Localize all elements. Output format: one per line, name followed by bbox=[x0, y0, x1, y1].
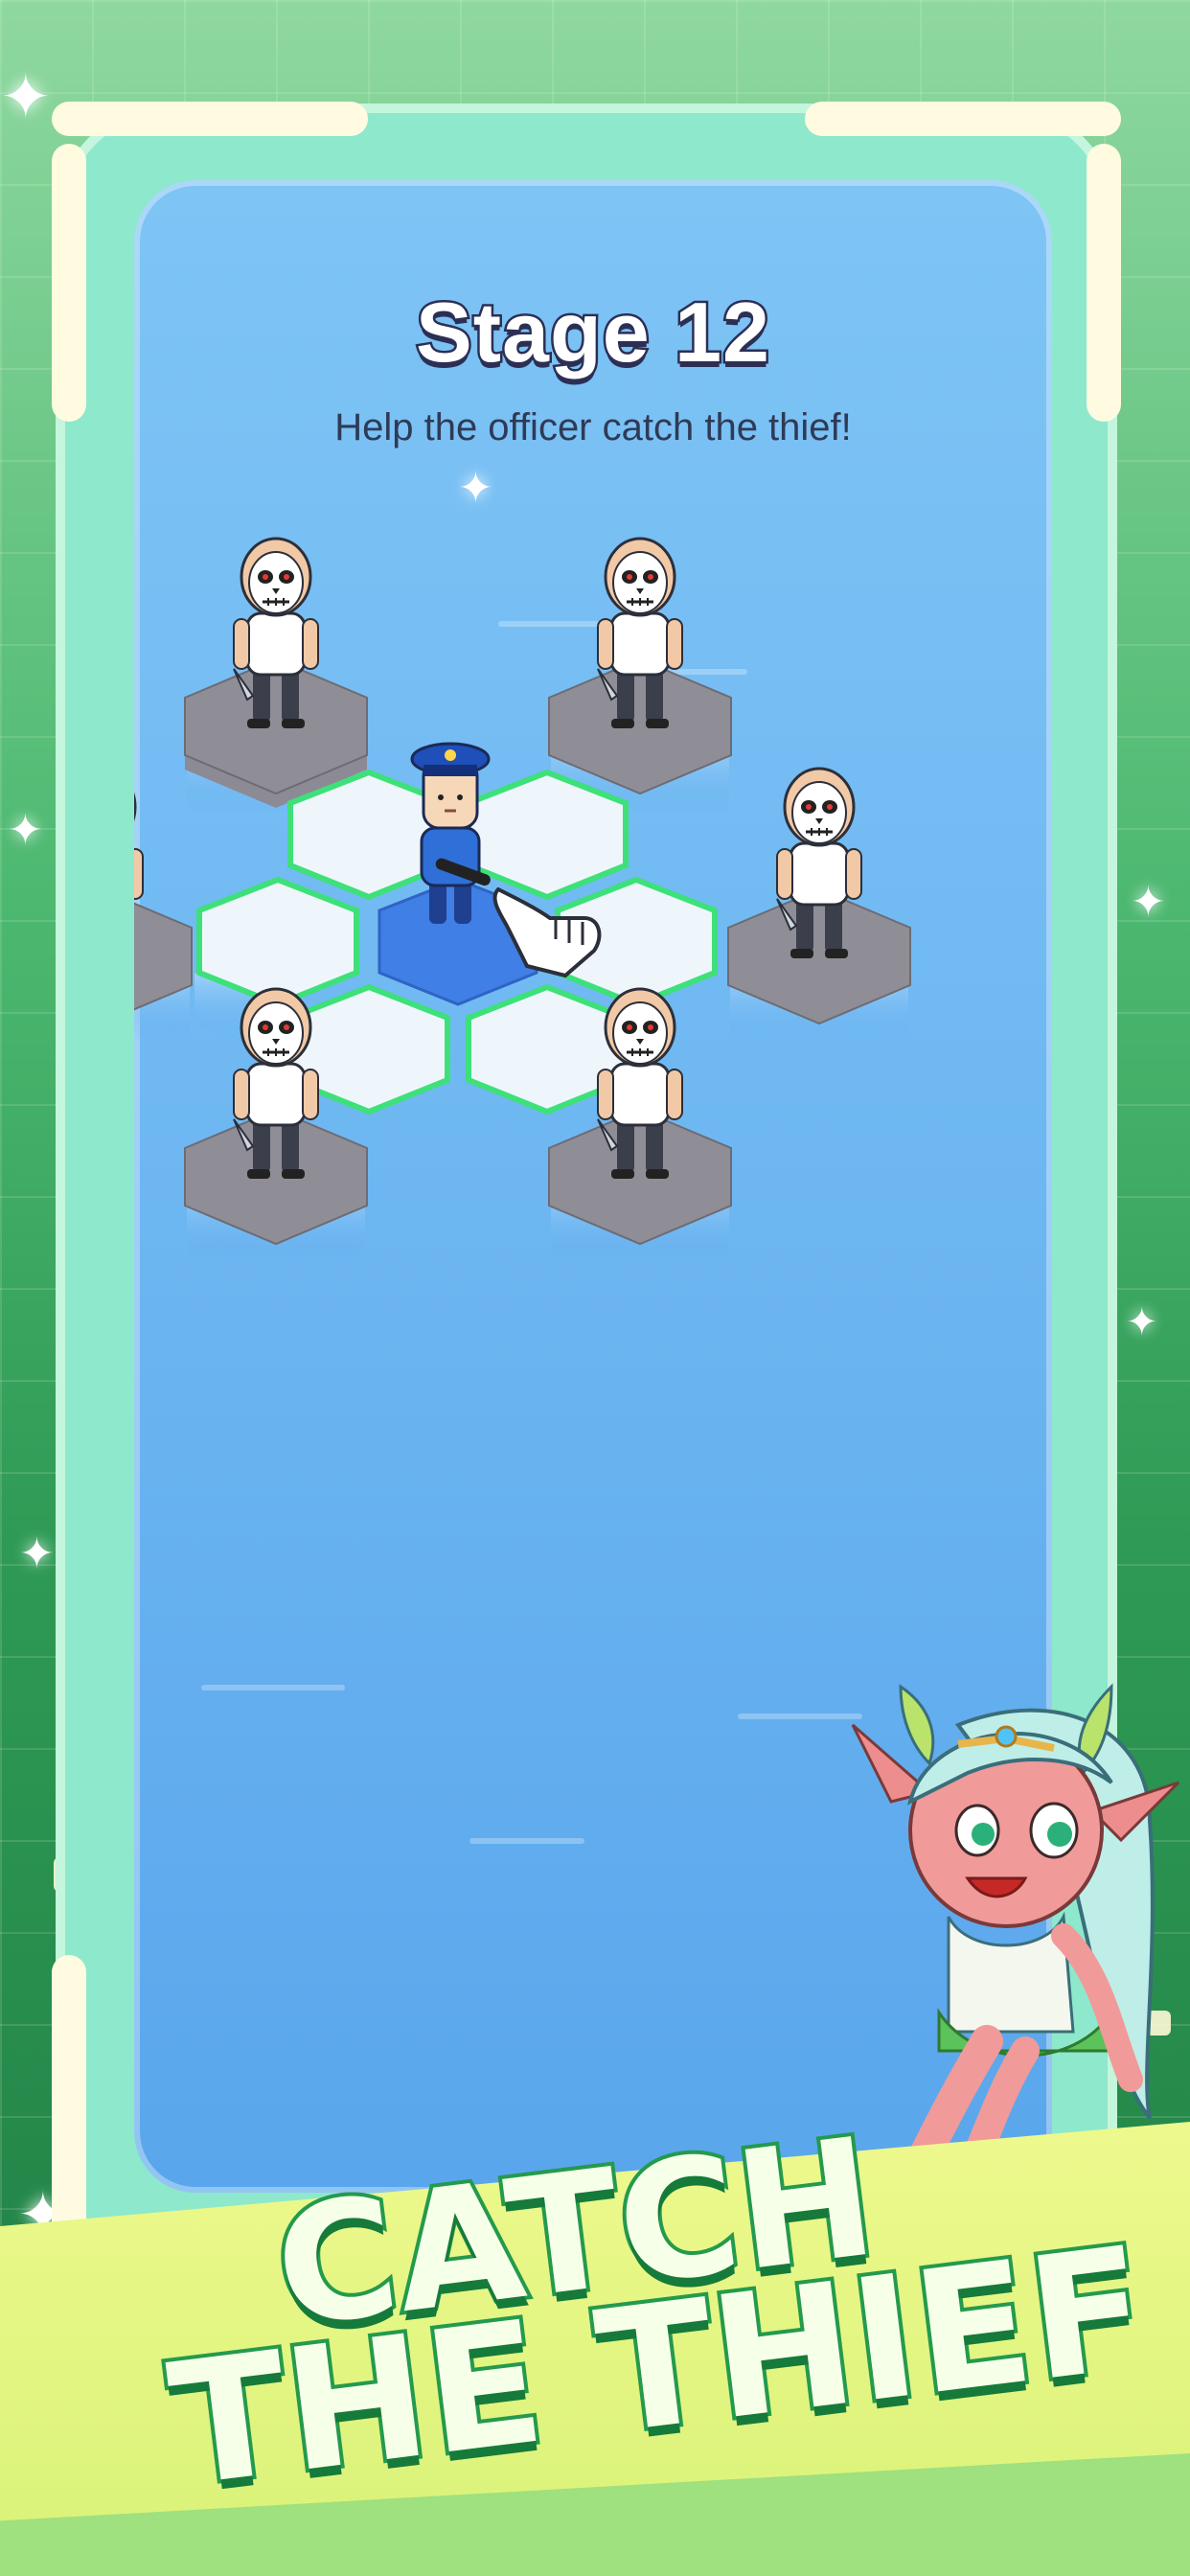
phone-frame-highlight bbox=[1087, 144, 1121, 422]
enemy-tile bbox=[727, 887, 911, 1043]
sparkle-icon: ✦ bbox=[1131, 878, 1166, 927]
hex-board bbox=[134, 537, 911, 1258]
sparkle-icon: ✦ bbox=[0, 62, 52, 133]
water-wave bbox=[201, 1685, 345, 1690]
enemy-tile bbox=[184, 1108, 368, 1258]
phone-frame-highlight bbox=[52, 102, 368, 136]
phone-frame-highlight bbox=[805, 102, 1121, 136]
sparkle-icon: ✦ bbox=[8, 806, 43, 855]
move-tile[interactable] bbox=[466, 769, 629, 901]
phone-frame-highlight bbox=[52, 144, 86, 422]
sparkle-icon: ✦ bbox=[1126, 1300, 1158, 1345]
sparkle-icon: ✦ bbox=[19, 1530, 55, 1578]
enemy-tile bbox=[134, 902, 193, 1043]
phone-frame-highlight bbox=[52, 1955, 86, 2242]
water-wave bbox=[469, 1838, 584, 1844]
enemy-tile bbox=[548, 1108, 732, 1258]
